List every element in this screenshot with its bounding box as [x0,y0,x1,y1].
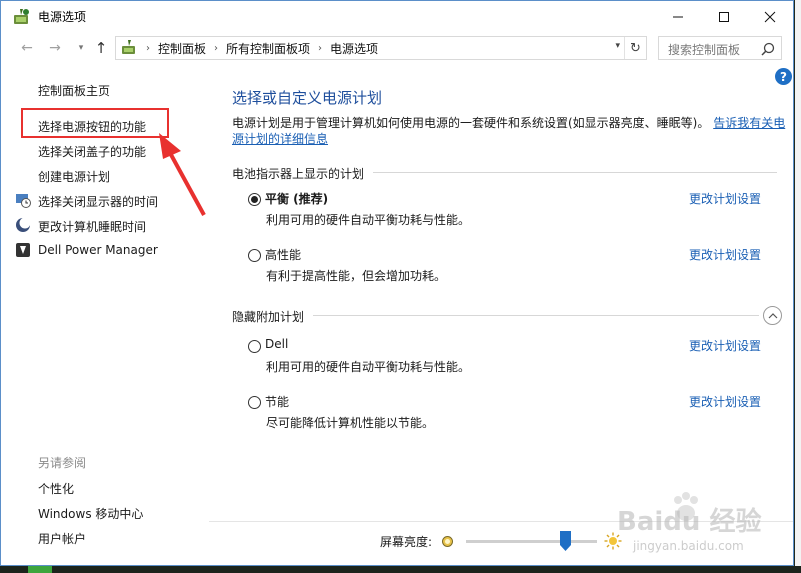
plan-desc-balanced: 利用可用的硬件自动平衡功耗与性能。 [266,213,471,227]
sidebar-item-dell-power-manager[interactable]: Dell Power Manager [38,243,158,257]
minimize-button[interactable] [655,1,701,32]
plan-radio-dell[interactable] [248,340,261,353]
search-icon[interactable] [761,42,775,56]
collapse-chevron-up-icon[interactable] [763,306,782,325]
brightness-slider-track[interactable] [466,540,597,543]
change-plan-settings-high-performance[interactable]: 更改计划设置 [689,246,761,263]
close-icon [764,11,776,22]
power-options-window: 电源选项 ← → ▾ ↑ › 控制面板 › 所有控制面板项 › 电源选项 ▾ ↻… [0,0,794,566]
sidebar-item-create-plan[interactable]: 创建电源计划 [38,168,110,185]
breadcrumb-control-panel[interactable]: 控制面板 [158,40,206,57]
refresh-icon[interactable]: ↻ [624,37,646,59]
page-description: 电源计划是用于管理计算机如何使用电源的一套硬件和系统设置(如显示器亮度、睡眠等)… [232,115,788,147]
minimize-icon [673,16,683,17]
search-box[interactable]: 搜索控制面板 [658,36,782,60]
sidebar-item-lid-close[interactable]: 选择关闭盖子的功能 [38,143,146,160]
see-also-user-accounts[interactable]: 用户帐户 [38,530,86,547]
change-plan-settings-dell[interactable]: 更改计划设置 [689,337,761,354]
maximize-button[interactable] [701,1,747,32]
change-plan-settings-balanced[interactable]: 更改计划设置 [689,190,761,207]
sidebar-item-power-button[interactable]: 选择电源按钮的功能 [38,118,146,135]
breadcrumb-separator-icon: › [146,42,150,54]
change-plan-settings-power-saver[interactable]: 更改计划设置 [689,393,761,410]
brightness-low-icon [442,536,453,547]
power-options-app-icon [14,9,29,24]
sidebar-item-sleep-time[interactable]: 更改计算机睡眠时间 [38,218,146,235]
up-arrow-icon[interactable]: ↑ [93,39,109,57]
dell-app-icon [16,243,30,257]
brightness-label: 屏幕亮度: [380,535,433,549]
plan-name-balanced[interactable]: 平衡 (推荐) [265,190,328,207]
address-dropdown-icon[interactable]: ▾ [615,41,620,51]
watermark-text: Baidu 经验 [617,507,762,537]
plan-radio-high-performance[interactable] [248,249,261,262]
maximize-icon [719,11,729,22]
sidebar-item-control-panel-home[interactable]: 控制面板主页 [38,82,110,99]
description-text: 电源计划是用于管理计算机如何使用电源的一套硬件和系统设置(如显示器亮度、睡眠等)… [232,116,710,130]
control-panel-icon [122,40,135,54]
forward-arrow-icon[interactable]: → [47,40,63,56]
navigation-bar: ← → ▾ ↑ › 控制面板 › 所有控制面板项 › 电源选项 ▾ ↻ 搜索控制… [1,32,793,64]
help-icon[interactable]: ? [775,68,792,85]
recent-locations-dropdown-icon[interactable]: ▾ [73,40,89,56]
annotation-arrow-icon [159,133,206,216]
hidden-plans-heading: 隐藏附加计划 [232,310,305,324]
battery-section-heading: 电池指示器上显示的计划 [232,167,365,181]
sidebar-item-display-off-time[interactable]: 选择关闭显示器的时间 [38,193,158,210]
see-also-personalization[interactable]: 个性化 [38,480,74,497]
display-clock-icon [16,194,31,208]
title-bar: 电源选项 [1,1,793,32]
plan-desc-dell: 利用可用的硬件自动平衡功耗与性能。 [266,360,471,374]
plan-name-high-performance[interactable]: 高性能 [265,246,301,263]
close-button[interactable] [747,1,793,32]
page-title: 选择或自定义电源计划 [232,89,383,107]
plan-radio-balanced[interactable] [248,193,261,206]
moon-icon [16,217,31,232]
section-divider [373,172,777,173]
breadcrumb-all-items[interactable]: 所有控制面板项 [226,40,310,57]
search-placeholder: 搜索控制面板 [668,43,741,57]
taskbar [0,566,801,573]
plan-name-power-saver[interactable]: 节能 [265,393,289,410]
taskbar-active-indicator[interactable] [28,566,52,573]
plan-desc-high-performance: 有利于提高性能，但会增加功耗。 [266,269,447,283]
see-also-heading: 另请参阅 [38,456,87,470]
see-also-mobility-center[interactable]: Windows 移动中心 [38,505,143,522]
desktop-background-strip [795,0,801,573]
brightness-slider-thumb[interactable] [560,531,572,551]
back-arrow-icon[interactable]: ← [19,40,35,56]
address-bar[interactable]: › 控制面板 › 所有控制面板项 › 电源选项 ▾ ↻ [115,36,647,60]
watermark-subtext: jingyan.baidu.com [633,539,744,553]
breadcrumb-power-options[interactable]: 电源选项 [330,40,378,57]
plan-desc-power-saver: 尽可能降低计算机性能以节能。 [266,416,435,430]
window-title: 电源选项 [38,10,87,24]
section-divider [313,315,759,316]
plan-radio-power-saver[interactable] [248,396,261,409]
plan-name-dell[interactable]: Dell [265,337,288,351]
brightness-high-icon [604,532,622,550]
breadcrumb-separator-icon: › [318,42,323,54]
breadcrumb-separator-icon: › [214,42,219,54]
